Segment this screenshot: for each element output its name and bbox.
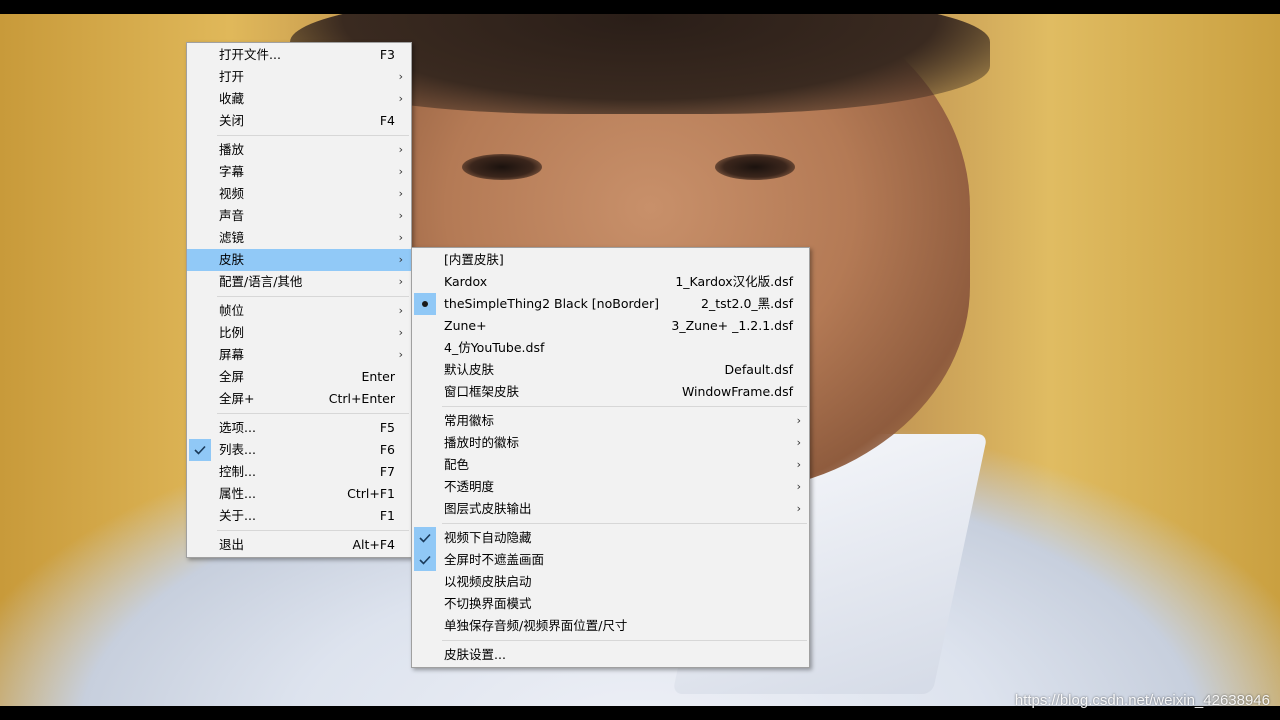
menu-item-fullscreen[interactable]: 全屏 Enter	[187, 366, 411, 388]
skin-filename: 2_tst2.0_黑.dsf	[701, 296, 793, 311]
skin-item-save-position[interactable]: 单独保存音频/视频界面位置/尺寸	[412, 615, 809, 637]
skin-item-color[interactable]: 配色 ›	[412, 454, 809, 476]
chevron-right-icon: ›	[398, 275, 403, 288]
skin-item-playing-logo[interactable]: 播放时的徽标 ›	[412, 432, 809, 454]
left-eye	[462, 154, 542, 180]
top-letterbox	[0, 0, 1280, 14]
menu-item-video[interactable]: 视频 ›	[187, 183, 411, 205]
shortcut: Enter	[361, 369, 395, 384]
chevron-right-icon: ›	[398, 348, 403, 361]
shortcut: F6	[379, 442, 395, 457]
chevron-right-icon: ›	[796, 502, 801, 515]
shortcut: F1	[379, 508, 395, 523]
chevron-right-icon: ›	[398, 92, 403, 105]
menu-item-screen[interactable]: 屏幕 ›	[187, 344, 411, 366]
skin-item-windowframe[interactable]: 窗口框架皮肤 WindowFrame.dsf	[412, 381, 809, 403]
menu-item-fullscreen-plus[interactable]: 全屏+ Ctrl+Enter	[187, 388, 411, 410]
chevron-right-icon: ›	[398, 253, 403, 266]
menu-item-ratio[interactable]: 比例 ›	[187, 322, 411, 344]
menu-separator	[217, 296, 409, 297]
watermark-text: https://blog.csdn.net/weixin_42638946	[1014, 692, 1270, 709]
skin-filename: 1_Kardox汉化版.dsf	[675, 274, 793, 289]
menu-item-open[interactable]: 打开 ›	[187, 66, 411, 88]
chevron-right-icon: ›	[796, 480, 801, 493]
skin-item-no-cover-fullscreen[interactable]: 全屏时不遮盖画面	[412, 549, 809, 571]
skin-filename: Default.dsf	[724, 362, 794, 377]
menu-item-playlist[interactable]: 列表... F6	[187, 439, 411, 461]
skin-item-start-video-skin[interactable]: 以视频皮肤启动	[412, 571, 809, 593]
check-icon	[414, 549, 436, 571]
menu-item-about[interactable]: 关于... F1	[187, 505, 411, 527]
menu-item-exit[interactable]: 退出 Alt+F4	[187, 534, 411, 556]
skin-item-zune[interactable]: Zune+ 3_Zune+ _1.2.1.dsf	[412, 315, 809, 337]
chevron-right-icon: ›	[398, 304, 403, 317]
menu-separator	[442, 406, 807, 407]
menu-item-subtitles[interactable]: 字幕 ›	[187, 161, 411, 183]
shortcut: F5	[379, 420, 395, 435]
menu-item-play[interactable]: 播放 ›	[187, 139, 411, 161]
menu-separator	[217, 530, 409, 531]
menu-item-options[interactable]: 选项... F5	[187, 417, 411, 439]
skin-item-layered-output[interactable]: 图层式皮肤输出 ›	[412, 498, 809, 520]
check-icon	[414, 527, 436, 549]
skin-item-kardox[interactable]: Kardox 1_Kardox汉化版.dsf	[412, 271, 809, 293]
shortcut: Ctrl+F1	[347, 486, 395, 501]
shortcut: F7	[379, 464, 395, 479]
menu-item-close[interactable]: 关闭 F4	[187, 110, 411, 132]
menu-separator	[217, 413, 409, 414]
chevron-right-icon: ›	[398, 209, 403, 222]
shortcut: F4	[379, 113, 395, 128]
menu-item-open-file[interactable]: 打开文件... F3	[187, 44, 411, 66]
skin-item-common-logo[interactable]: 常用徽标 ›	[412, 410, 809, 432]
menu-item-filters[interactable]: 滤镜 ›	[187, 227, 411, 249]
skin-filename: WindowFrame.dsf	[681, 384, 793, 399]
menu-separator	[442, 523, 807, 524]
menu-item-skin[interactable]: 皮肤 ›	[187, 249, 411, 271]
main-context-menu: 打开文件... F3 打开 › 收藏 › 关闭 F4 播放 › 字幕 › 视频 › 声音 › 滤…	[186, 42, 412, 558]
skin-item-builtin[interactable]: [内置皮肤]	[412, 249, 809, 271]
menu-item-frame[interactable]: 帧位 ›	[187, 300, 411, 322]
chevron-right-icon: ›	[398, 187, 403, 200]
menu-item-config[interactable]: 配置/语言/其他 ›	[187, 271, 411, 293]
chevron-right-icon: ›	[796, 436, 801, 449]
skin-item-no-switch-mode[interactable]: 不切换界面模式	[412, 593, 809, 615]
menu-item-control[interactable]: 控制... F7	[187, 461, 411, 483]
chevron-right-icon: ›	[796, 414, 801, 427]
shortcut: F3	[379, 47, 395, 62]
skin-item-auto-hide[interactable]: 视频下自动隐藏	[412, 527, 809, 549]
chevron-right-icon: ›	[398, 231, 403, 244]
chevron-right-icon: ›	[398, 326, 403, 339]
menu-item-audio[interactable]: 声音 ›	[187, 205, 411, 227]
shortcut: Alt+F4	[352, 537, 395, 552]
menu-separator	[217, 135, 409, 136]
chevron-right-icon: ›	[796, 458, 801, 471]
skin-item-opacity[interactable]: 不透明度 ›	[412, 476, 809, 498]
chevron-right-icon: ›	[398, 165, 403, 178]
skin-item-simplething2[interactable]: theSimpleThing2 Black [noBorder] 2_tst2.0…	[412, 293, 809, 315]
skin-item-settings[interactable]: 皮肤设置...	[412, 644, 809, 666]
menu-separator	[442, 640, 807, 641]
shortcut: Ctrl+Enter	[328, 391, 395, 406]
right-eye	[715, 154, 795, 180]
menu-item-favorites[interactable]: 收藏 ›	[187, 88, 411, 110]
radio-dot-icon	[414, 293, 436, 315]
skin-item-youtube[interactable]: 4_仿YouTube.dsf	[412, 337, 809, 359]
skin-submenu: [内置皮肤] Kardox 1_Kardox汉化版.dsf theSimpleTh…	[411, 247, 810, 668]
skin-item-default[interactable]: 默认皮肤 Default.dsf	[412, 359, 809, 381]
menu-item-properties[interactable]: 属性... Ctrl+F1	[187, 483, 411, 505]
chevron-right-icon: ›	[398, 70, 403, 83]
skin-filename: 3_Zune+ _1.2.1.dsf	[671, 318, 793, 333]
chevron-right-icon: ›	[398, 143, 403, 156]
check-icon	[189, 439, 211, 461]
